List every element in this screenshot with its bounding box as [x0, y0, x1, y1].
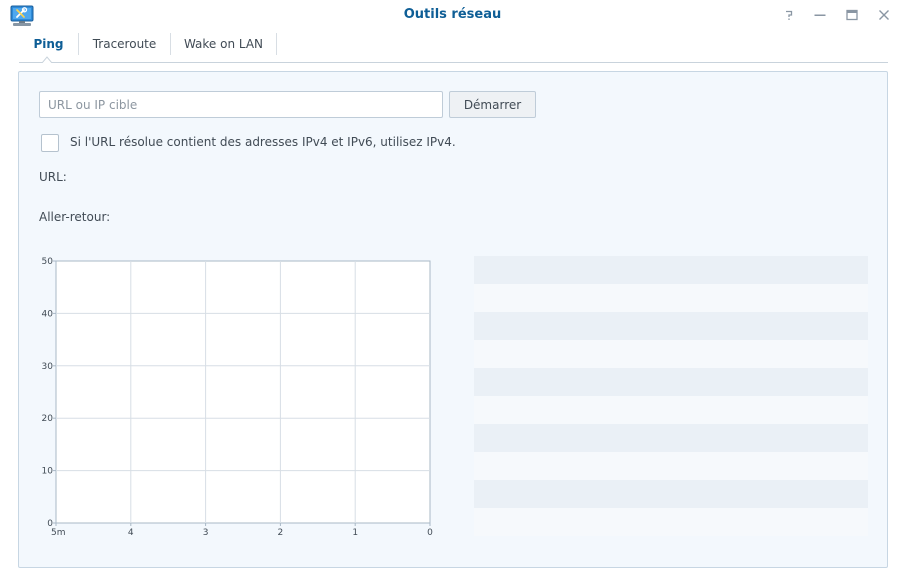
tab-traceroute[interactable]: Traceroute [79, 31, 170, 62]
y-tick-label: 50 [42, 257, 54, 267]
x-tick-label: 2 [278, 528, 284, 538]
roundtrip-label: Aller-retour: [39, 210, 111, 224]
network-tools-window: Outils réseau Ping Traceroute Wake on LA… [0, 0, 905, 575]
x-tick-label: 1 [352, 528, 358, 538]
minimize-icon[interactable] [811, 6, 829, 24]
result-row [474, 312, 868, 340]
result-row [474, 480, 868, 508]
result-row [474, 340, 868, 368]
tab-label: Wake on LAN [183, 37, 264, 51]
tab-bar: Ping Traceroute Wake on LAN [19, 31, 888, 63]
close-icon[interactable] [875, 6, 893, 24]
y-tick-label: 40 [42, 309, 54, 319]
tab-label: Traceroute [92, 37, 157, 51]
active-tab-caret [42, 56, 52, 63]
use-ipv4-checkbox[interactable] [41, 134, 59, 152]
x-tick-label: 4 [128, 528, 134, 538]
help-icon[interactable] [780, 6, 798, 24]
y-tick-label: 10 [42, 467, 54, 477]
use-ipv4-label: Si l'URL résolue contient des adresses I… [70, 135, 456, 149]
start-button[interactable]: Démarrer [449, 91, 536, 118]
y-tick-label: 20 [42, 414, 54, 424]
result-row [474, 396, 868, 424]
url-label: URL: [39, 170, 67, 184]
plot-area [55, 260, 431, 524]
title-bar: Outils réseau [0, 0, 905, 30]
x-tick-label: 5m [51, 528, 66, 538]
roundtrip-chart: 010203040505m 4 3 2 1 0 [42, 257, 434, 538]
result-row [474, 452, 868, 480]
tab-wake-on-lan[interactable]: Wake on LAN [171, 31, 276, 62]
x-tick-label: 0 [427, 528, 433, 538]
window-title: Outils réseau [403, 7, 502, 22]
y-tick-label: 30 [42, 362, 54, 372]
ping-results-list [474, 256, 868, 536]
maximize-icon[interactable] [843, 6, 861, 24]
result-row [474, 256, 868, 284]
chart-grid [55, 260, 431, 524]
tab-divider [276, 33, 277, 55]
result-row [474, 508, 868, 536]
x-tick-label: 3 [203, 528, 209, 538]
tab-label: Ping [33, 37, 64, 51]
result-row [474, 284, 868, 312]
result-row [474, 368, 868, 396]
result-row [474, 424, 868, 452]
ping-panel: Démarrer Si l'URL résolue contient des a… [18, 71, 888, 568]
target-url-input[interactable] [39, 91, 443, 118]
